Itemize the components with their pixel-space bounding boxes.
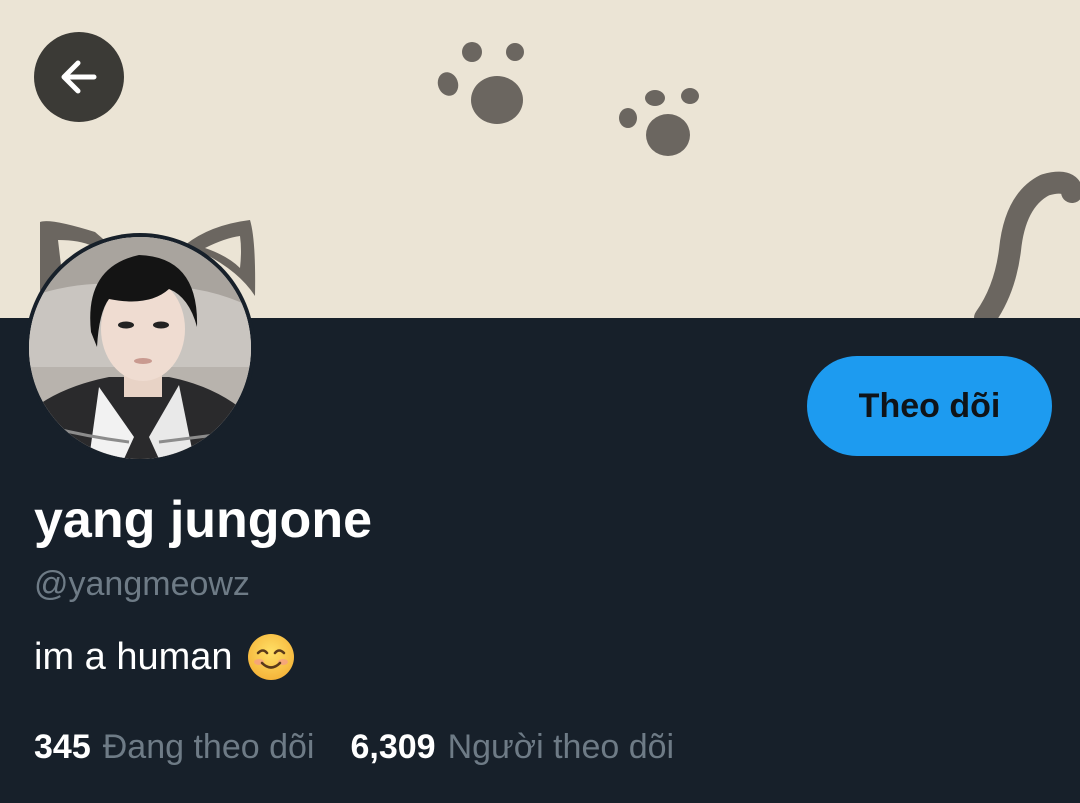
following-stat[interactable]: 345 Đang theo dõi — [34, 728, 314, 767]
avatar[interactable] — [25, 233, 255, 463]
display-name: yang jungone — [34, 491, 372, 549]
following-count: 345 — [34, 728, 91, 766]
avatar-portrait — [29, 237, 251, 459]
arrow-left-icon — [61, 60, 97, 94]
following-label: Đang theo dõi — [102, 728, 315, 766]
followers-label: Người theo dõi — [447, 728, 675, 766]
follow-button[interactable]: Theo dõi — [807, 356, 1052, 456]
followers-stat[interactable]: 6,309 Người theo dõi — [350, 728, 674, 767]
user-handle: @yangmeowz — [34, 565, 250, 603]
avatar-photo — [29, 237, 251, 459]
smiling-face-icon — [247, 633, 295, 681]
profile-screen: Theo dõi yang jungone @yangmeowz im a hu… — [0, 0, 1080, 803]
profile-stats: 345 Đang theo dõi 6,309 Người theo dõi — [34, 728, 674, 767]
bio-text: im a human — [34, 635, 233, 678]
followers-count: 6,309 — [350, 728, 436, 766]
back-button[interactable] — [34, 32, 124, 122]
follow-button-label: Theo dõi — [858, 386, 1001, 425]
bio: im a human — [34, 633, 295, 681]
